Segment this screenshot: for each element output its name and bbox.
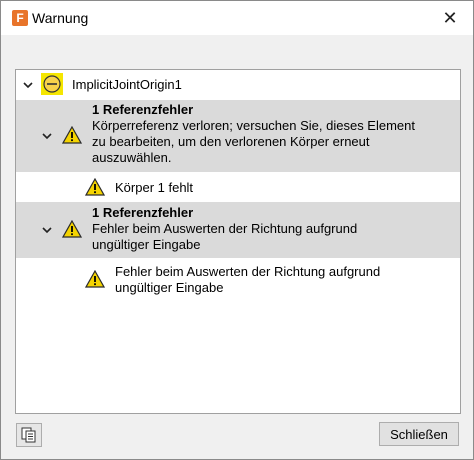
joint-origin-icon [41,73,63,95]
error-item[interactable]: Fehler beim Auswerten der Richtung aufgr… [16,258,460,302]
error-message-line: ungültiger Eingabe [92,237,201,252]
copy-to-clipboard-button[interactable] [16,423,42,447]
warning-dialog: F Warnung ✕ ImplicitJointOrigin1 1 Refer… [0,0,474,460]
tree-root-row[interactable]: ImplicitJointOrigin1 [16,70,460,100]
error-item-label: Fehler beim Auswerten der Richtung aufgr… [115,264,381,279]
warning-icon [85,178,105,196]
error-group-1[interactable]: 1 Referenzfehler Körperreferenz verloren… [16,100,460,172]
warning-icon [62,126,82,144]
error-message-line: auszuwählen. [92,150,172,165]
chevron-down-icon[interactable] [41,130,53,142]
chevron-down-icon[interactable] [41,224,53,236]
error-tree-panel: ImplicitJointOrigin1 1 Referenzfehler Kö… [15,69,461,414]
error-group-2[interactable]: 1 Referenzfehler Fehler beim Auswerten d… [16,202,460,258]
close-window-button[interactable]: ✕ [427,1,473,35]
group-heading: 1 Referenzfehler [92,205,194,220]
warning-icon [62,220,82,238]
error-item-label: ungültiger Eingabe [115,280,224,295]
warning-icon [85,270,105,288]
group-heading: 1 Referenzfehler [92,102,194,117]
title-bar: F Warnung ✕ [1,1,473,35]
tree-root-label: ImplicitJointOrigin1 [72,77,182,92]
error-message-line: Fehler beim Auswerten der Richtung aufgr… [92,221,358,236]
error-item-label: Körper 1 fehlt [115,180,194,195]
error-message-line: zu bearbeiten, um den verlorenen Körper … [92,134,370,149]
chevron-down-icon[interactable] [22,79,34,91]
window-title: Warnung [32,10,89,26]
app-icon: F [12,10,28,26]
error-item[interactable]: Körper 1 fehlt [16,172,460,202]
error-message-line: Körperreferenz verloren; versuchen Sie, … [92,118,415,133]
close-button[interactable]: Schließen [379,422,459,446]
copy-icon [21,427,36,443]
